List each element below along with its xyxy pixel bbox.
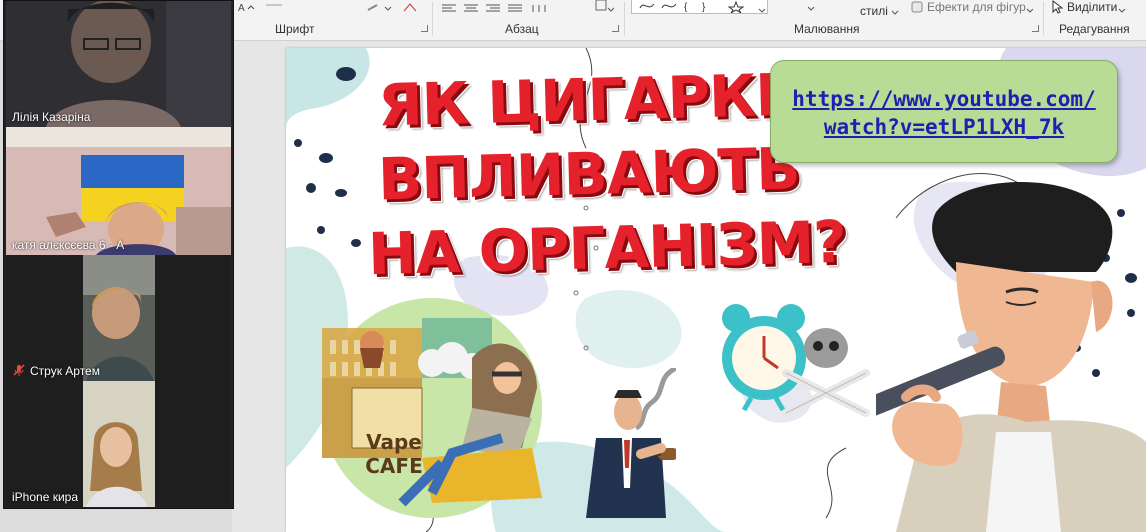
participant-video <box>6 255 231 381</box>
font-size-up-button[interactable]: A <box>236 0 258 14</box>
smartart-button[interactable] <box>592 0 615 12</box>
shape-effects-icon[interactable] <box>910 0 924 14</box>
participant-video <box>6 1 231 127</box>
participant-name: iPhone кира <box>12 490 78 504</box>
youtube-link-line-1[interactable]: https://www.youtube.com/ <box>771 85 1117 113</box>
video-tile[interactable]: iPhone кира <box>6 381 231 507</box>
svg-text:A: A <box>238 3 245 13</box>
paragraph-dialog-launcher[interactable] <box>612 25 619 32</box>
drawing-group-label: Малювання <box>794 22 860 36</box>
vape-cafe-illustration: Vape CAFE <box>322 288 556 518</box>
font-dialog-launcher[interactable] <box>421 25 428 32</box>
svg-text:}: } <box>702 2 706 13</box>
drawing-dialog-launcher[interactable] <box>1032 25 1039 32</box>
shape-effects-dropdown-icon[interactable] <box>1025 2 1035 13</box>
align-center-button[interactable] <box>462 0 480 12</box>
muted-microphone-icon <box>13 364 25 376</box>
participant-name: Лілія Казаріна <box>12 110 91 124</box>
vape-cafe-sign: Vape CAFE <box>365 430 423 478</box>
slide-title-line-2[interactable]: ВПЛИВАЮТЬ <box>377 134 800 213</box>
justify-button[interactable] <box>506 0 524 12</box>
font-color-button[interactable] <box>400 0 422 12</box>
align-left-button[interactable] <box>440 0 458 12</box>
paragraph-group-label: Абзац <box>505 22 539 36</box>
select-button[interactable]: Виділити <box>1067 0 1117 14</box>
align-right-button[interactable] <box>484 0 502 12</box>
slide-canvas[interactable]: ЯК ЦИГАРКИ ВПЛИВАЮТЬ НА ОРГАНІЗМ? https:… <box>286 48 1146 532</box>
shapes-gallery-scroll[interactable] <box>757 0 767 13</box>
shapes-gallery[interactable]: { } <box>631 0 768 14</box>
select-dropdown-icon[interactable] <box>1117 2 1127 13</box>
shape-effects-button[interactable]: Ефекти для фігур <box>927 0 1026 14</box>
slide-title-line-1[interactable]: ЯК ЦИГАРКИ <box>377 60 804 139</box>
slide-title-line-3[interactable]: НА ОРГАНІЗМ? <box>367 208 847 288</box>
video-tile[interactable]: Лілія Казаріна <box>6 1 231 127</box>
font-group-label: Шрифт <box>275 22 315 36</box>
arrange-dropdown-icon[interactable] <box>806 0 816 11</box>
select-cursor-icon <box>1050 0 1064 14</box>
youtube-link-box[interactable]: https://www.youtube.com/ watch?v=etLP1LX… <box>770 60 1118 163</box>
alarm-clock-skull-illustration <box>722 304 870 417</box>
youtube-link[interactable]: https://www.youtube.com/ watch?v=etLP1LX… <box>771 85 1117 141</box>
participant-video <box>6 381 231 507</box>
pipe-smoker-illustration <box>586 368 676 518</box>
vaping-man-illustration <box>876 182 1146 532</box>
quick-styles-dropdown-icon[interactable] <box>890 6 900 16</box>
svg-text:{: { <box>684 2 688 13</box>
participant-name: катя алєксєєва 6 - А <box>12 238 125 252</box>
columns-button[interactable] <box>530 0 548 12</box>
participant-name: Струк Артем <box>30 364 100 378</box>
quick-styles-button[interactable]: стилі <box>860 4 888 18</box>
editing-group-label: Редагування <box>1059 22 1130 36</box>
youtube-link-line-2[interactable]: watch?v=etLP1LXH_7k <box>771 113 1117 141</box>
video-tile[interactable]: Струк Артем <box>6 255 231 381</box>
participant-video <box>6 127 231 255</box>
video-tile-active-speaker[interactable]: катя алєксєєва 6 - А <box>6 127 231 255</box>
font-size-down-button[interactable] <box>262 0 284 10</box>
video-participants-panel: Лілія Казаріна катя алєксєєва 6 - А Стру… <box>3 0 234 509</box>
highlight-color-button[interactable] <box>365 0 395 11</box>
